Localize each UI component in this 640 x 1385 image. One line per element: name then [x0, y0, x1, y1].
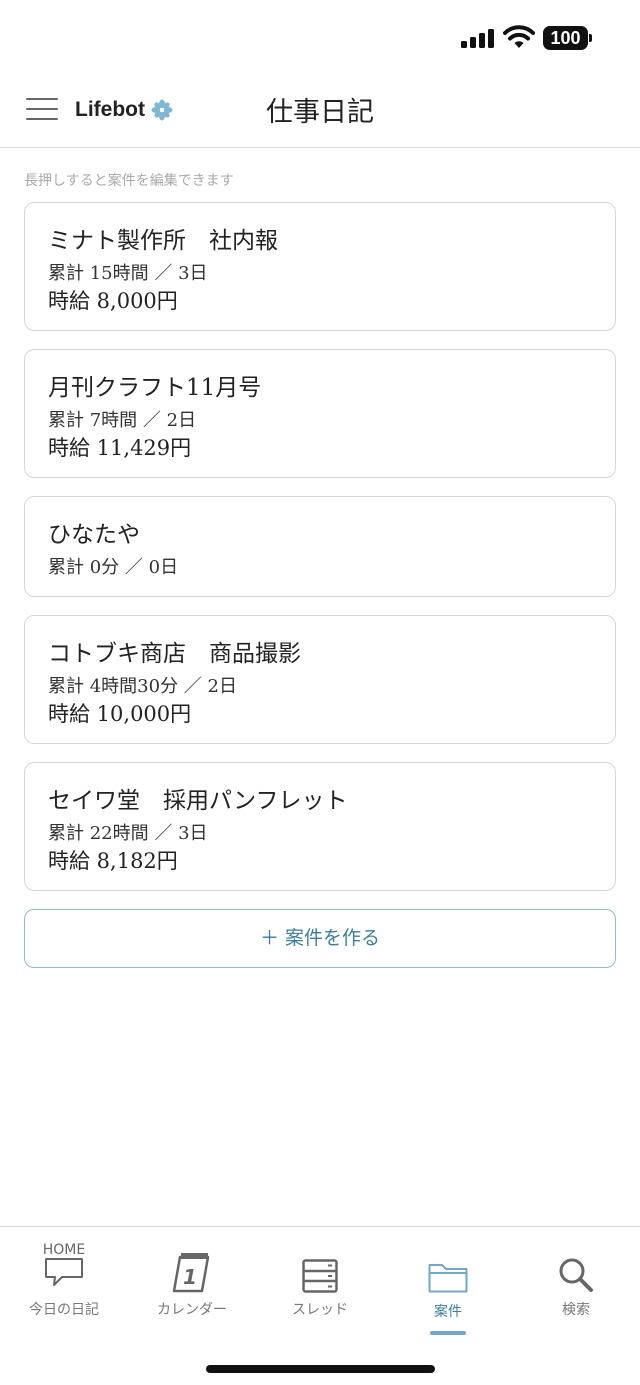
tab-thread[interactable]: スレッド: [256, 1227, 384, 1337]
bottom-tab-bar: HOME 今日の日記 1 カレンダー スレッド 案件 検索: [0, 1226, 640, 1385]
page-title: 仕事日記: [266, 97, 374, 128]
project-title: 月刊クラフト11月号: [48, 375, 262, 401]
home-indicator[interactable]: [206, 1365, 435, 1373]
home-chat-icon: HOME: [43, 1242, 85, 1286]
create-project-button[interactable]: ＋ 案件を作る: [24, 909, 616, 968]
project-total: 累計 7時間 ／ 2日: [48, 410, 197, 431]
project-total: 累計 0分 ／ 0日: [48, 557, 179, 578]
project-card[interactable]: ひなたや 累計 0分 ／ 0日: [24, 496, 616, 597]
project-card[interactable]: 月刊クラフト11月号 累計 7時間 ／ 2日 時給 11,429円: [24, 349, 616, 478]
thread-icon: [302, 1259, 338, 1293]
search-icon: [559, 1258, 593, 1292]
calendar-icon: 1: [172, 1253, 210, 1293]
battery-icon: 100: [543, 26, 593, 50]
project-title: コトブキ商店 商品撮影: [48, 641, 301, 667]
active-tab-indicator: [430, 1331, 466, 1335]
home-icon-text: HOME: [43, 1242, 85, 1258]
project-title: セイワ堂 採用パンフレット: [48, 788, 348, 814]
project-title: ひなたや: [48, 522, 140, 548]
tab-label: 検索: [562, 1302, 590, 1318]
status-bar: 100: [0, 0, 640, 72]
battery-level: 100: [543, 26, 588, 50]
tab-label: スレッド: [292, 1302, 348, 1318]
project-total: 累計 4時間30分 ／ 2日: [48, 676, 237, 697]
tab-today-diary[interactable]: HOME 今日の日記: [0, 1227, 128, 1337]
project-hourly-rate: 時給 8,182円: [48, 849, 178, 873]
cellular-signal-icon: [461, 28, 495, 48]
calendar-icon-day: 1: [183, 1265, 197, 1289]
tab-label: 案件: [434, 1304, 462, 1320]
app-header: Lifebot 仕事日記: [0, 72, 640, 148]
tab-label: 今日の日記: [29, 1302, 99, 1318]
project-hourly-rate: 時給 8,000円: [48, 289, 178, 313]
edit-hint-text: 長押しすると案件を編集できます: [24, 173, 234, 189]
project-card[interactable]: コトブキ商店 商品撮影 累計 4時間30分 ／ 2日 時給 10,000円: [24, 615, 616, 744]
project-card[interactable]: セイワ堂 採用パンフレット 累計 22時間 ／ 3日 時給 8,182円: [24, 762, 616, 891]
wifi-icon: [503, 24, 535, 50]
tab-label: カレンダー: [157, 1302, 227, 1318]
project-hourly-rate: 時給 10,000円: [48, 702, 192, 726]
tab-projects[interactable]: 案件: [384, 1227, 512, 1337]
folder-icon: [428, 1264, 468, 1293]
project-title: ミナト製作所 社内報: [48, 228, 278, 254]
tab-search[interactable]: 検索: [512, 1227, 640, 1337]
tab-calendar[interactable]: 1 カレンダー: [128, 1227, 256, 1337]
project-hourly-rate: 時給 11,429円: [48, 436, 192, 460]
project-total: 累計 22時間 ／ 3日: [48, 823, 208, 844]
project-total: 累計 15時間 ／ 3日: [48, 263, 208, 284]
project-card[interactable]: ミナト製作所 社内報 累計 15時間 ／ 3日 時給 8,000円: [24, 202, 616, 331]
